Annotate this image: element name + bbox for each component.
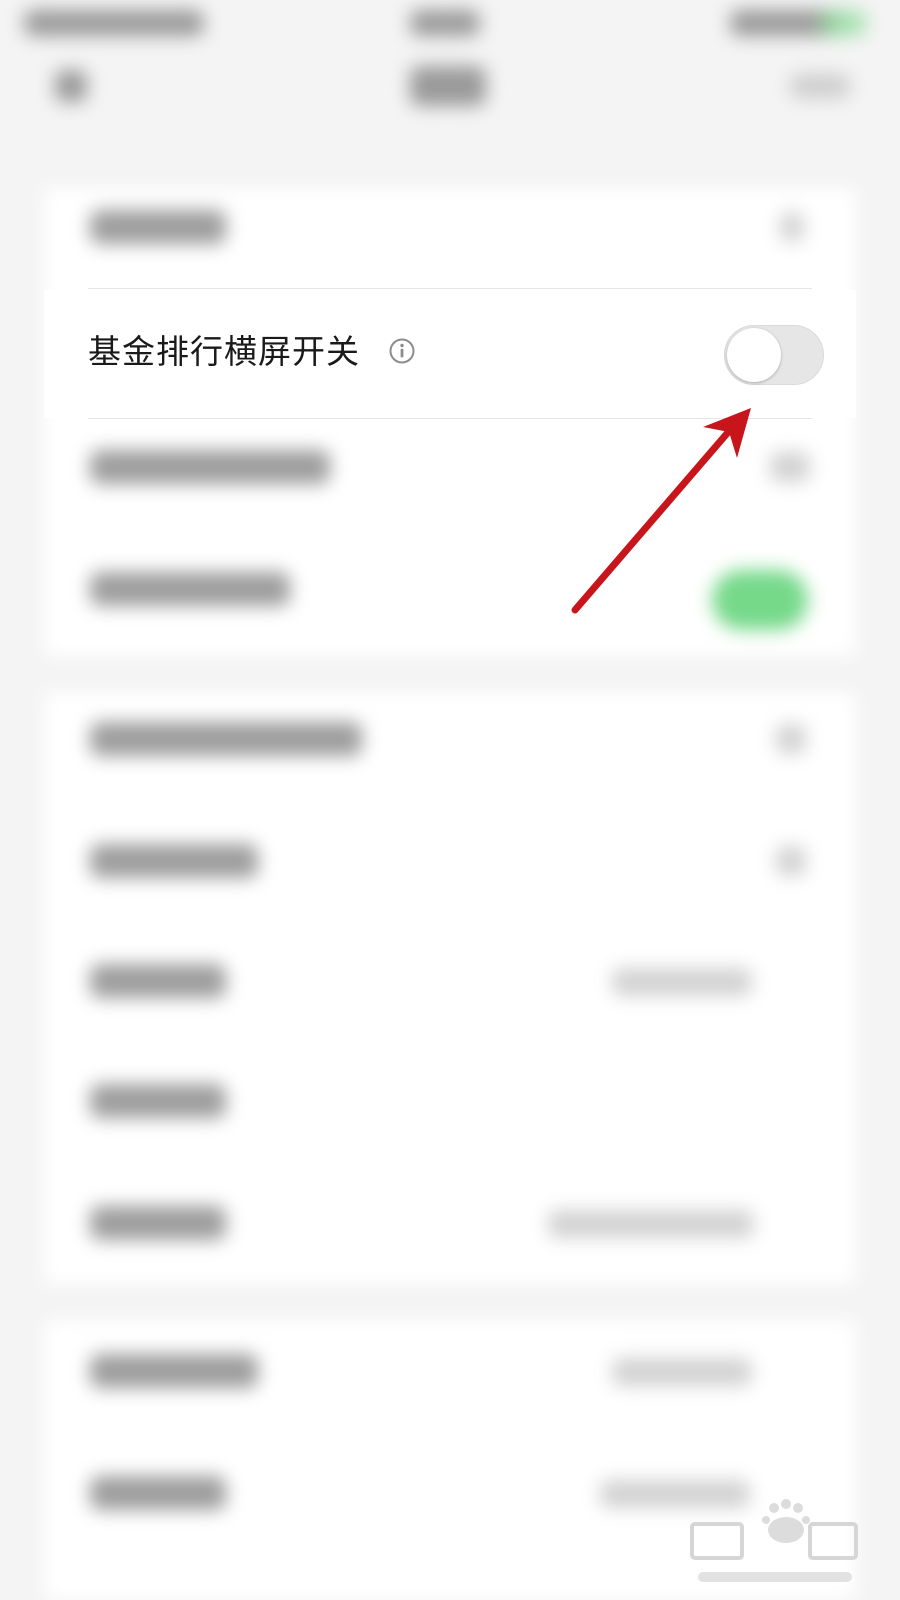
setting-row-5-label bbox=[90, 722, 362, 756]
setting-row-10-value bbox=[612, 1358, 752, 1386]
setting-row-fund-ranking-landscape: 基金排行横屏开关 bbox=[44, 290, 856, 418]
setting-row-7-label bbox=[90, 964, 226, 998]
row-divider-bottom bbox=[88, 418, 812, 419]
setting-row-8-label bbox=[90, 1084, 226, 1118]
setting-row-4-label bbox=[90, 572, 290, 606]
setting-row-3-value bbox=[770, 452, 810, 482]
setting-row-11-label bbox=[90, 1476, 226, 1510]
setting-label: 基金排行横屏开关 bbox=[88, 332, 360, 371]
setting-row-10-label bbox=[90, 1354, 258, 1388]
setting-row-3-label bbox=[90, 450, 330, 484]
status-bar-time bbox=[410, 10, 480, 36]
battery-indicator bbox=[820, 10, 866, 36]
setting-row-5-chevron bbox=[776, 724, 806, 754]
setting-row-6-label bbox=[90, 844, 258, 878]
baidu-jingyan-watermark-logo bbox=[690, 1499, 858, 1582]
setting-row-6-chevron bbox=[776, 846, 806, 876]
setting-row-7-value bbox=[612, 968, 752, 996]
setting-row-9-label bbox=[90, 1206, 226, 1240]
row-divider-top bbox=[88, 288, 812, 289]
blurred-background bbox=[0, 0, 900, 1600]
setting-row-1-label bbox=[90, 210, 226, 244]
setting-row-9-value bbox=[548, 1210, 754, 1238]
setting-row-4-toggle[interactable] bbox=[712, 570, 808, 630]
page-title bbox=[410, 66, 486, 106]
status-bar-left bbox=[24, 10, 204, 36]
back-icon[interactable] bbox=[55, 70, 87, 102]
toggle-knob bbox=[727, 328, 781, 382]
nav-action[interactable] bbox=[790, 74, 850, 98]
info-circle-icon[interactable] bbox=[389, 338, 415, 364]
landscape-toggle-switch[interactable] bbox=[724, 325, 824, 385]
setting-row-1-chevron bbox=[780, 212, 804, 242]
